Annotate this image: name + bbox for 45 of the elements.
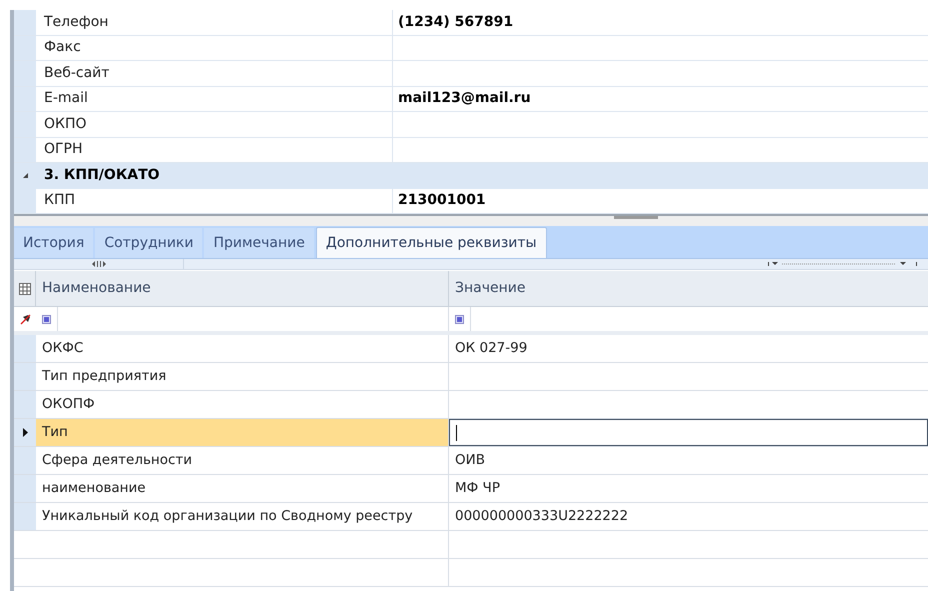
grid-cell-text: МФ ЧР <box>454 479 500 498</box>
column-resize-icon[interactable] <box>92 261 106 267</box>
field-label: Веб-сайт <box>44 64 110 83</box>
field-value: (1234) 567891 <box>398 12 514 32</box>
grid-row[interactable]: наименование МФ ЧР <box>14 475 928 503</box>
grid-cell-text: Тип <box>42 423 68 442</box>
tab[interactable]: Дополнительные реквизиты <box>316 227 547 258</box>
grid-cell-text: ОКФС <box>42 339 84 358</box>
field-value: mail123@mail.ru <box>398 89 531 108</box>
empty-row[interactable] <box>14 531 928 559</box>
grid-cell-text: ОКОПФ <box>42 395 95 414</box>
row-indicator[interactable] <box>14 419 36 446</box>
empty-row[interactable] <box>14 559 928 587</box>
scroll-range-icon[interactable] <box>768 261 918 267</box>
splitter[interactable] <box>14 214 928 226</box>
grid-row[interactable]: Уникальный код организации по Сводному реестру 000000000333U2222222 <box>14 503 928 531</box>
field-label: ОКПО <box>44 114 87 134</box>
field-label: КПП <box>44 191 75 210</box>
tab[interactable]: Примечание <box>204 228 314 258</box>
grid-cell-text: ОИВ <box>454 451 485 470</box>
grid-cell-text: наименование <box>42 479 146 498</box>
grid-row[interactable]: Сфера деятельности ОИВ <box>14 447 928 475</box>
field-label: Факс <box>44 38 81 58</box>
current-row-icon <box>22 428 28 437</box>
field-value: 213001001 <box>398 191 486 210</box>
grid-cell-text: Тип предприятия <box>42 367 166 386</box>
grid-row[interactable]: Тип предприятия <box>14 363 928 391</box>
group-title: 3. КПП/ОКАТО <box>43 166 160 186</box>
grid-cell-text: Сфера деятельности <box>42 451 192 470</box>
edit-field[interactable] <box>449 419 928 446</box>
tab[interactable]: История <box>14 228 94 258</box>
field-label: ОГРН <box>44 140 83 160</box>
column-header[interactable]: Наименование <box>36 271 449 306</box>
field-label: Телефон <box>44 12 108 32</box>
tab[interactable]: Сотрудники <box>95 228 202 258</box>
grid-cell-text: ОК 027-99 <box>454 339 528 358</box>
grid-row[interactable]: ОКФС ОК 027-99 <box>14 335 928 363</box>
grid-row[interactable]: Тип <box>14 419 928 447</box>
pin-icon[interactable] <box>20 314 30 324</box>
grid-cell-text: Уникальный код организации по Сводному реестру <box>42 507 413 526</box>
grid-cell-text: 000000000333U2222222 <box>454 507 628 526</box>
collapse-icon[interactable] <box>22 172 28 180</box>
field-label: E-mail <box>44 89 88 108</box>
grid-icon[interactable] <box>18 282 30 294</box>
column-header[interactable]: Значение <box>449 271 928 306</box>
